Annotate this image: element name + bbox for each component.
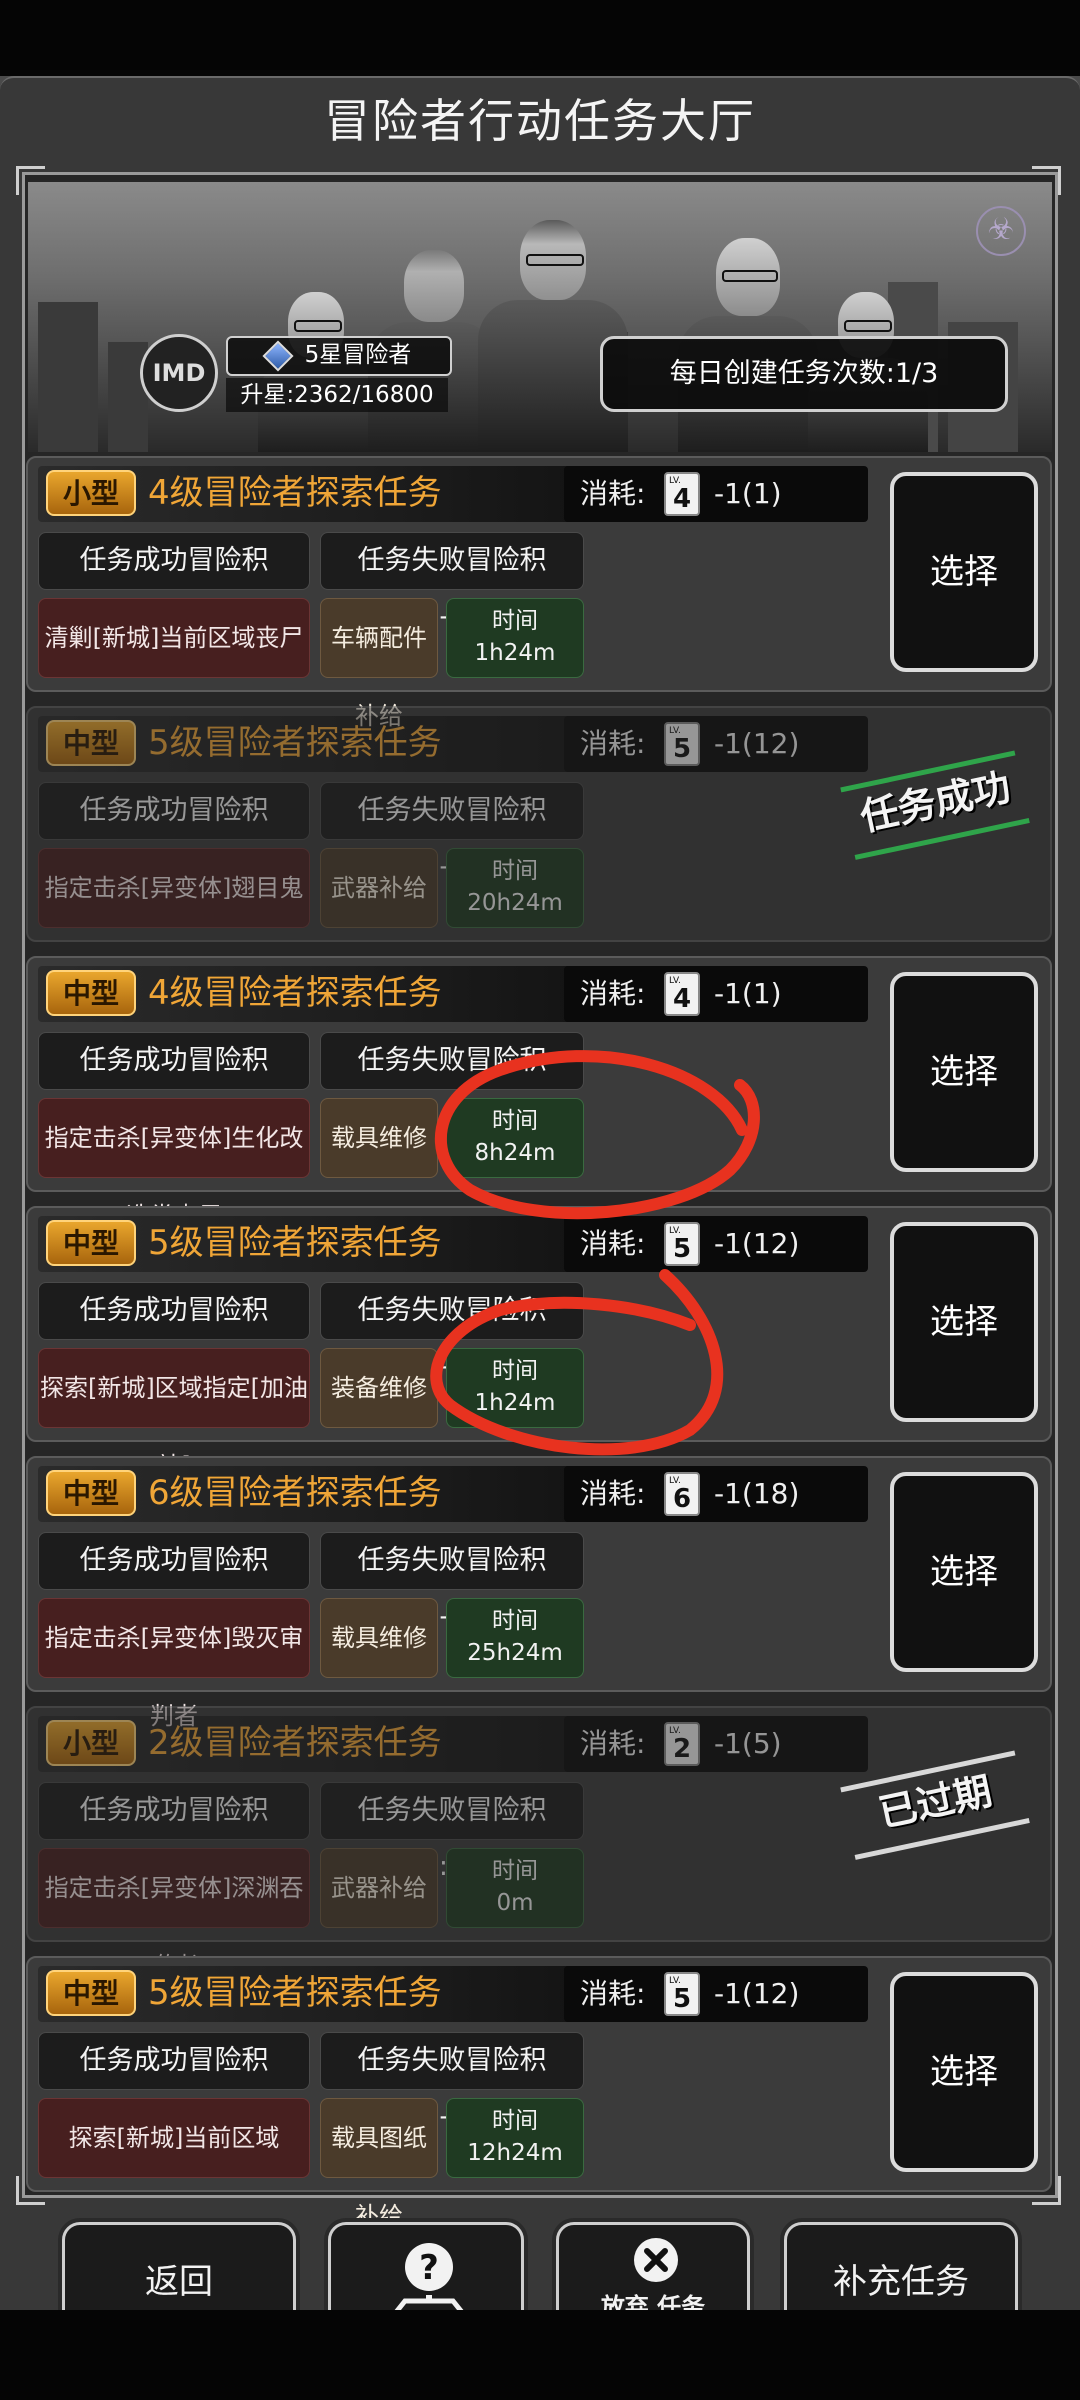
annotation-circle [434, 1050, 760, 1220]
system-nav-bar [0, 2310, 1080, 2400]
annotation-circle [430, 1269, 724, 1456]
annotation-overlay [430, 1050, 760, 1456]
svg-text:?: ? [419, 2248, 439, 2288]
close-circle-icon [634, 2238, 678, 2282]
